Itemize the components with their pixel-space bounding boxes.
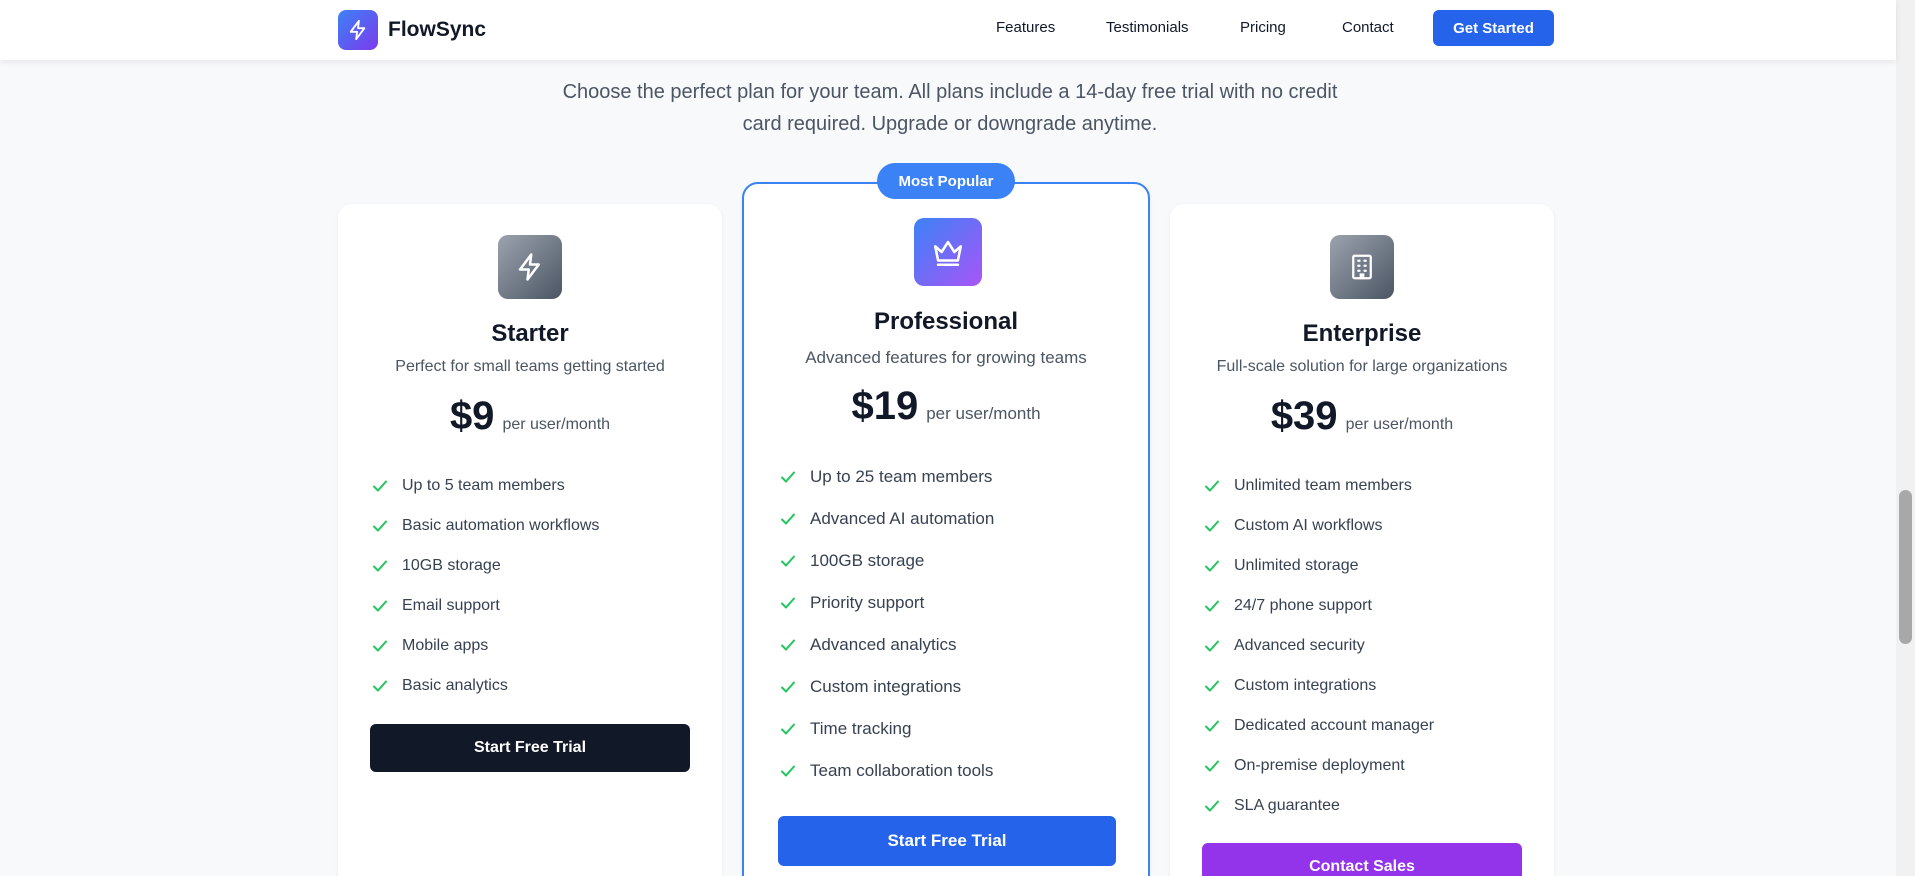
feature-item: 24/7 phone support: [1204, 586, 1434, 626]
site-header: FlowSync Features Testimonials Pricing C…: [0, 0, 1896, 60]
scrollbar-thumb[interactable]: [1899, 490, 1912, 644]
check-icon: [1205, 640, 1219, 652]
check-icon: [373, 640, 387, 652]
feature-item: Priority support: [780, 582, 994, 624]
check-icon: [781, 639, 795, 651]
feature-item: On-premise deployment: [1204, 746, 1434, 786]
start-free-trial-button[interactable]: Start Free Trial: [778, 816, 1116, 866]
feature-item: Advanced AI automation: [780, 498, 994, 540]
plan-card-enterprise: Enterprise Full-scale solution for large…: [1170, 204, 1554, 876]
feature-item: Advanced security: [1204, 626, 1434, 666]
plan-price-row: $39 per user/month: [1170, 394, 1554, 439]
feature-item: Unlimited storage: [1204, 546, 1434, 586]
feature-item: Advanced analytics: [780, 624, 994, 666]
plan-description: Perfect for small teams getting started: [395, 358, 665, 375]
feature-item: Team collaboration tools: [780, 750, 994, 792]
check-icon: [1205, 480, 1219, 492]
plan-period: per user/month: [1345, 416, 1454, 433]
building-icon: [1330, 235, 1394, 299]
nav-link-pricing[interactable]: Pricing: [1240, 19, 1286, 36]
plan-price-row: $19 per user/month: [744, 384, 1148, 429]
plan-card-professional: Professional Advanced features for growi…: [742, 182, 1150, 876]
feature-item: Up to 5 team members: [372, 466, 599, 506]
feature-item: 100GB storage: [780, 540, 994, 582]
check-icon: [1205, 600, 1219, 612]
check-icon: [1205, 760, 1219, 772]
check-icon: [781, 723, 795, 735]
feature-item: Dedicated account manager: [1204, 706, 1434, 746]
contact-sales-button[interactable]: Contact Sales: [1202, 843, 1522, 876]
check-icon: [781, 597, 795, 609]
feature-item: Unlimited team members: [1204, 466, 1434, 506]
plan-name: Starter: [491, 320, 569, 347]
check-icon: [781, 471, 795, 483]
check-icon: [781, 555, 795, 567]
feature-item: Custom integrations: [1204, 666, 1434, 706]
check-icon: [373, 480, 387, 492]
feature-item: Custom AI workflows: [1204, 506, 1434, 546]
feature-item: Custom integrations: [780, 666, 994, 708]
check-icon: [373, 560, 387, 572]
check-icon: [373, 680, 387, 692]
check-icon: [1205, 520, 1219, 532]
feature-item: SLA guarantee: [1204, 786, 1434, 826]
feature-item: Email support: [372, 586, 599, 626]
feature-item: Time tracking: [780, 708, 994, 750]
plan-period: per user/month: [502, 416, 611, 433]
plan-description: Advanced features for growing teams: [805, 348, 1087, 367]
check-icon: [781, 765, 795, 777]
most-popular-badge: Most Popular: [877, 163, 1015, 199]
check-icon: [781, 681, 795, 693]
crown-icon: [914, 218, 982, 286]
nav-link-testimonials[interactable]: Testimonials: [1106, 19, 1189, 36]
plan-description: Full-scale solution for large organizati…: [1216, 358, 1508, 375]
feature-item: Basic automation workflows: [372, 506, 599, 546]
check-icon: [373, 600, 387, 612]
get-started-button[interactable]: Get Started: [1433, 10, 1554, 46]
plan-name: Professional: [873, 308, 1019, 335]
plan-card-starter: Starter Perfect for small teams getting …: [338, 204, 722, 876]
nav-link-contact[interactable]: Contact: [1342, 19, 1394, 36]
feature-list: Up to 25 team members Advanced AI automa…: [780, 456, 994, 792]
check-icon: [1205, 680, 1219, 692]
check-icon: [1205, 800, 1219, 812]
feature-list: Unlimited team members Custom AI workflo…: [1204, 466, 1434, 826]
feature-item: Up to 25 team members: [780, 456, 994, 498]
plan-price: $39: [1270, 394, 1338, 438]
feature-list: Up to 5 team members Basic automation wo…: [372, 466, 599, 706]
plan-name: Enterprise: [1302, 320, 1422, 347]
check-icon: [1205, 720, 1219, 732]
nav-link-features[interactable]: Features: [996, 19, 1055, 36]
page-scrollbar[interactable]: [1896, 0, 1915, 876]
feature-item: Mobile apps: [372, 626, 599, 666]
check-icon: [373, 520, 387, 532]
pricing-intro-text: Choose the perfect plan for your team. A…: [562, 81, 1338, 135]
plan-price: $9: [449, 394, 495, 438]
check-icon: [781, 513, 795, 525]
plan-period: per user/month: [926, 404, 1041, 423]
brand-name: FlowSync: [388, 18, 487, 41]
lightning-icon: [338, 10, 378, 50]
brand-logo[interactable]: FlowSync: [338, 10, 486, 50]
start-free-trial-button[interactable]: Start Free Trial: [370, 724, 690, 772]
feature-item: Basic analytics: [372, 666, 599, 706]
lightning-icon: [498, 235, 562, 299]
plan-price: $19: [851, 384, 919, 428]
plan-price-row: $9 per user/month: [338, 394, 722, 439]
check-icon: [1205, 560, 1219, 572]
feature-item: 10GB storage: [372, 546, 599, 586]
